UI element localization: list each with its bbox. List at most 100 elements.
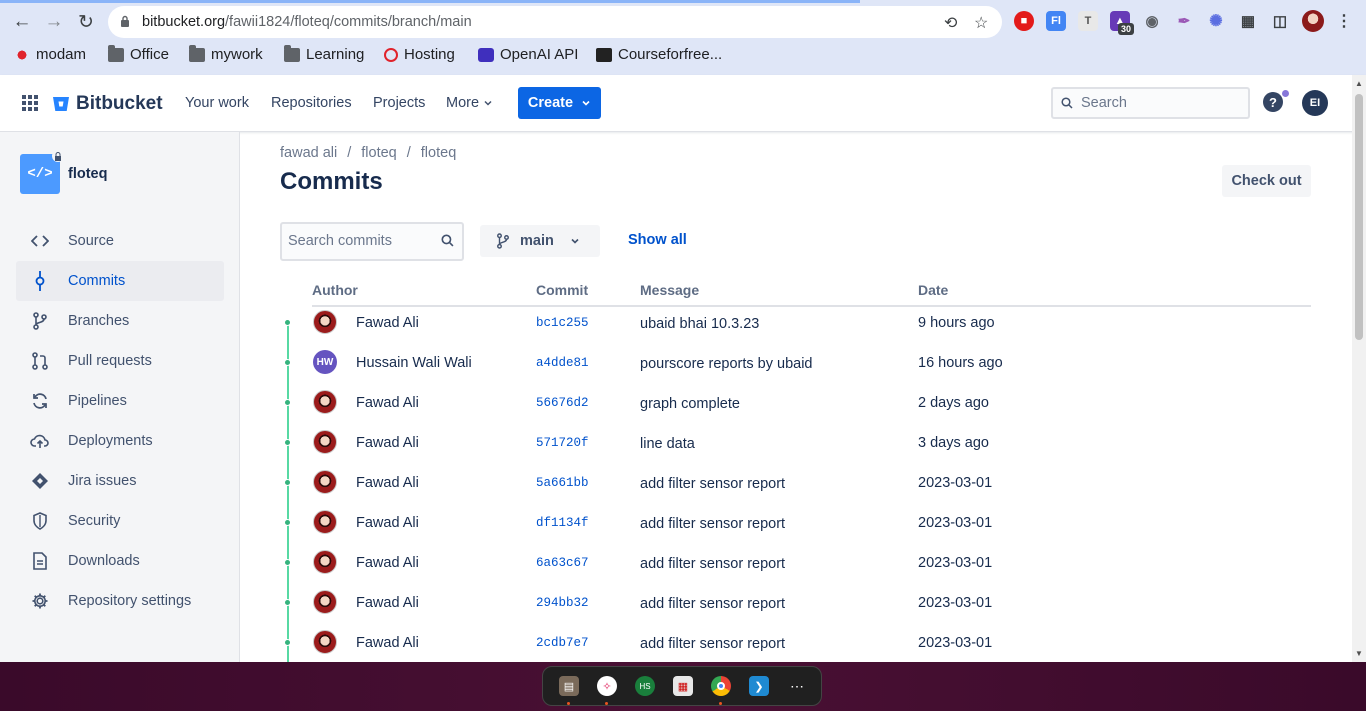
commit-message[interactable]: line data xyxy=(640,436,695,452)
bookmark-hosting[interactable]: Hosting xyxy=(384,46,455,63)
commit-author[interactable]: Fawad Ali xyxy=(356,595,419,611)
commit-message[interactable]: ubaid bhai 10.3.23 xyxy=(640,316,759,332)
table-row[interactable]: HW Hussain Wali Wali a4dde81 pourscore repo… xyxy=(280,345,1311,385)
commit-hash-link[interactable]: 6a63c67 xyxy=(536,556,589,570)
commit-message[interactable]: pourscore reports by ubaid xyxy=(640,356,813,372)
sidepanel-icon[interactable]: ◫ xyxy=(1270,11,1290,31)
app-grid-icon[interactable]: ⋯ xyxy=(787,676,807,696)
table-row[interactable]: Fawad Ali 6a63c67 add filter sensor report… xyxy=(280,545,1311,585)
translate-extension-icon[interactable]: Fl xyxy=(1046,11,1066,31)
create-button[interactable]: Create xyxy=(518,87,601,119)
app-switcher-icon[interactable] xyxy=(22,95,38,111)
table-row[interactable]: Fawad Ali 5a661bb add filter sensor report… xyxy=(280,465,1311,505)
commit-search-input[interactable] xyxy=(288,233,436,249)
author-avatar[interactable] xyxy=(313,510,337,534)
nav-repositories[interactable]: Repositories xyxy=(271,95,352,111)
commit-author[interactable]: Fawad Ali xyxy=(356,315,419,331)
branch-selector[interactable]: main xyxy=(480,225,600,257)
table-row[interactable]: Fawad Ali bc1c255 ubaid bhai 10.3.23 9 hour… xyxy=(280,305,1311,345)
commit-author[interactable]: Fawad Ali xyxy=(356,515,419,531)
commit-hash-link[interactable]: 571720f xyxy=(536,436,589,450)
sidebar-item-jira-issues[interactable]: Jira issues xyxy=(16,461,224,501)
breadcrumb-project[interactable]: floteq xyxy=(361,145,396,161)
chrome-icon[interactable] xyxy=(711,676,731,696)
author-avatar[interactable] xyxy=(313,430,337,454)
table-row[interactable]: Fawad Ali 56676d2 graph complete 2 days ago xyxy=(280,385,1311,425)
breadcrumb-repo[interactable]: floteq xyxy=(421,145,456,161)
sidebar-item-repository-settings[interactable]: Repository settings xyxy=(16,581,224,621)
commit-message[interactable]: graph complete xyxy=(640,396,740,412)
commit-search[interactable] xyxy=(280,222,464,261)
pen-extension-icon[interactable]: ✒ xyxy=(1174,11,1194,31)
check-out-button[interactable]: Check out xyxy=(1222,165,1311,197)
commit-hash-link[interactable]: 294bb32 xyxy=(536,596,589,610)
calculator-icon[interactable]: ▦ xyxy=(673,676,693,696)
commit-author[interactable]: Fawad Ali xyxy=(356,635,419,651)
kebab-menu-icon[interactable]: ⋮ xyxy=(1334,11,1354,31)
author-avatar[interactable] xyxy=(313,550,337,574)
puzzle-icon[interactable]: ▦ xyxy=(1238,11,1258,31)
profile-avatar[interactable] xyxy=(1302,10,1324,32)
share-icon[interactable]: ⟲ xyxy=(944,13,957,33)
author-avatar[interactable] xyxy=(313,390,337,414)
repo-header[interactable]: </> floteq xyxy=(20,150,107,194)
global-search[interactable] xyxy=(1051,87,1250,119)
sidebar-item-security[interactable]: Security xyxy=(16,501,224,541)
commit-hash-link[interactable]: 56676d2 xyxy=(536,396,589,410)
bookmark-learning[interactable]: Learning xyxy=(284,44,364,63)
bookmark-mywork[interactable]: mywork xyxy=(189,44,263,63)
bookmark-modam[interactable]: modam xyxy=(14,46,86,63)
sidebar-item-downloads[interactable]: Downloads xyxy=(16,541,224,581)
user-avatar[interactable]: EI xyxy=(1302,90,1328,116)
table-row[interactable]: Fawad Ali 294bb32 add filter sensor report… xyxy=(280,585,1311,625)
hosting-app-icon[interactable]: HS xyxy=(635,676,655,696)
author-avatar[interactable] xyxy=(313,590,337,614)
slack-icon[interactable]: ✧ xyxy=(597,676,617,696)
help-icon[interactable]: ? xyxy=(1263,92,1283,112)
breadcrumb-workspace[interactable]: fawad ali xyxy=(280,145,337,161)
scroll-up-arrow[interactable]: ▲ xyxy=(1355,79,1363,88)
commit-author[interactable]: Fawad Ali xyxy=(356,435,419,451)
bookmark-office[interactable]: Office xyxy=(108,44,169,63)
commit-message[interactable]: add filter sensor report xyxy=(640,636,785,652)
text-extension-icon[interactable]: T xyxy=(1078,11,1098,31)
commit-hash-link[interactable]: 2cdb7e7 xyxy=(536,636,589,650)
page-scrollbar[interactable]: ▲ ▼ xyxy=(1352,75,1366,662)
bookmark-courseforfree[interactable]: Courseforfree... xyxy=(596,46,722,63)
scrollbar-thumb[interactable] xyxy=(1355,94,1363,340)
commit-author[interactable]: Fawad Ali xyxy=(356,475,419,491)
address-bar[interactable]: bitbucket.org/fawii1824/floteq/commits/b… xyxy=(108,6,1002,38)
sidebar-item-pipelines[interactable]: Pipelines xyxy=(16,381,224,421)
commit-message[interactable]: add filter sensor report xyxy=(640,516,785,532)
show-all-link[interactable]: Show all xyxy=(628,232,687,248)
commit-message[interactable]: add filter sensor report xyxy=(640,556,785,572)
camera-extension-icon[interactable]: ◉ xyxy=(1142,11,1162,31)
bitbucket-logo[interactable]: Bitbucket xyxy=(52,93,163,115)
commit-hash-link[interactable]: bc1c255 xyxy=(536,316,589,330)
author-avatar[interactable] xyxy=(313,310,337,334)
commit-author[interactable]: Fawad Ali xyxy=(356,555,419,571)
files-icon[interactable]: ▤ xyxy=(559,676,579,696)
commit-hash-link[interactable]: 5a661bb xyxy=(536,476,589,490)
commit-author[interactable]: Fawad Ali xyxy=(356,395,419,411)
sidebar-item-commits[interactable]: Commits xyxy=(16,261,224,301)
table-row[interactable]: Fawad Ali df1134f add filter sensor report… xyxy=(280,505,1311,545)
nav-more[interactable]: More xyxy=(446,95,493,111)
sidebar-item-deployments[interactable]: Deployments xyxy=(16,421,224,461)
commit-hash-link[interactable]: a4dde81 xyxy=(536,356,589,370)
nav-projects[interactable]: Projects xyxy=(373,95,425,111)
commit-author[interactable]: Hussain Wali Wali xyxy=(356,355,472,371)
scroll-down-arrow[interactable]: ▼ xyxy=(1355,649,1363,658)
adblock-extension-icon[interactable]: ■ xyxy=(1014,11,1034,31)
author-avatar[interactable]: HW xyxy=(313,350,337,374)
author-avatar[interactable] xyxy=(313,630,337,654)
star-icon[interactable]: ☆ xyxy=(974,13,988,33)
commit-message[interactable]: add filter sensor report xyxy=(640,596,785,612)
back-button[interactable]: ← xyxy=(9,9,35,35)
reload-button[interactable]: ↻ xyxy=(73,9,99,35)
sparkle-extension-icon[interactable]: ✺ xyxy=(1206,11,1226,31)
commit-hash-link[interactable]: df1134f xyxy=(536,516,589,530)
nav-your-work[interactable]: Your work xyxy=(185,95,249,111)
table-row[interactable]: Fawad Ali 2cdb7e7 add filter sensor report… xyxy=(280,625,1311,662)
author-avatar[interactable] xyxy=(313,470,337,494)
